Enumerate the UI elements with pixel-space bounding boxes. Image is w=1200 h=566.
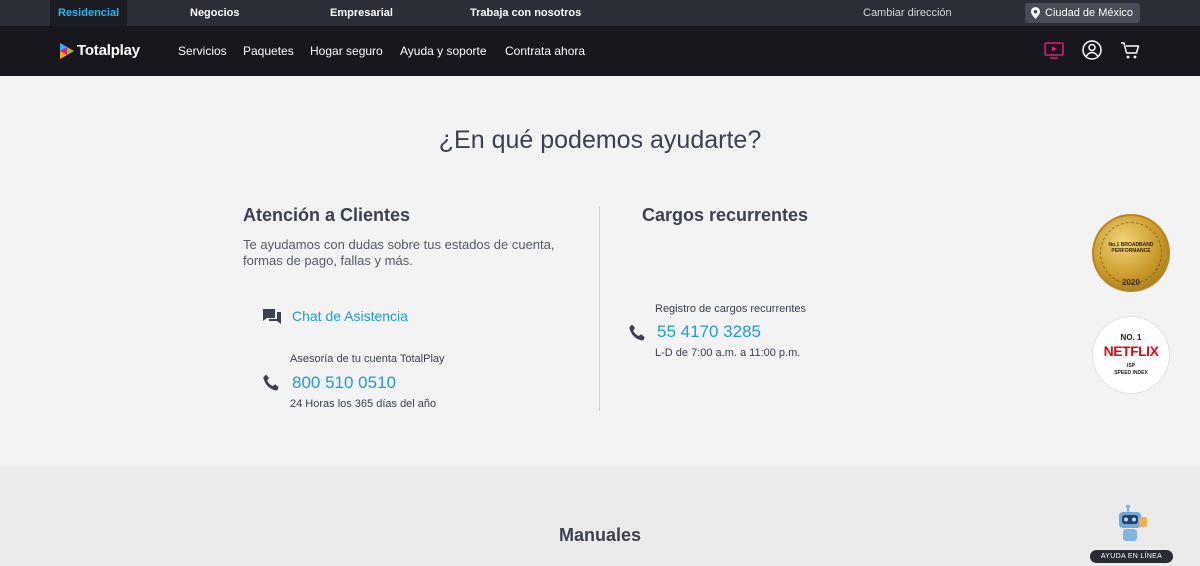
netflix-award-rank: NO. 1 [1120, 333, 1142, 342]
broadband-award-badge: No.1 BROADBAND PERFORMANCE 2020 [1092, 214, 1170, 292]
change-address-link[interactable]: Cambiar dirección [863, 0, 952, 26]
customer-service-description-1: Te ayudamos con dudas sobre tus estados … [243, 237, 555, 252]
manuals-section: Manuales AYUDA EN LÍNEA [0, 466, 1200, 566]
nav-link-servicios[interactable]: Servicios [178, 26, 227, 76]
chat-icon[interactable] [262, 307, 282, 327]
city-selector[interactable]: Ciudad de México [1025, 3, 1140, 23]
netflix-award-line2: SPEED INDEX [1114, 370, 1148, 376]
nav-link-hogar-seguro[interactable]: Hogar seguro [310, 26, 383, 76]
nav-link-ayuda-soporte[interactable]: Ayuda y soporte [400, 26, 487, 76]
chat-assistance-link[interactable]: Chat de Asistencia [292, 308, 408, 324]
tv-icon[interactable] [1043, 39, 1065, 61]
phone-icon [629, 324, 645, 341]
brand-name: Totalplay [77, 42, 140, 59]
netflix-award-badge: NO. 1 NETFLIX ISP SPEED INDEX [1093, 317, 1169, 393]
totalplay-logo-mark [60, 43, 74, 59]
user-icon[interactable] [1081, 39, 1103, 61]
netflix-award-text: ISP SPEED INDEX [1093, 363, 1169, 377]
broadband-award-line2: PERFORMANCE [1111, 248, 1151, 254]
online-help-button[interactable]: AYUDA EN LÍNEA [1090, 550, 1173, 563]
robot-assistant-icon[interactable] [1113, 504, 1149, 544]
manuals-heading: Manuales [558, 525, 642, 545]
cart-icon[interactable] [1119, 39, 1141, 61]
account-phone-caption: Asesoría de tu cuenta TotalPlay [290, 353, 445, 365]
city-label: Ciudad de México [1045, 7, 1134, 19]
segment-negocios[interactable]: Negocios [190, 0, 240, 26]
recurring-phone-caption: Registro de cargos recurrentes [655, 303, 807, 315]
netflix-award-line1: ISP [1126, 363, 1136, 369]
account-phone-number[interactable]: 800 510 0510 [292, 373, 396, 393]
segment-empresarial[interactable]: Empresarial [330, 0, 393, 26]
account-phone-hours: 24 Horas los 365 días del año [290, 398, 437, 410]
top-segment-bar: Residencial Negocios Empresarial Trabaja… [0, 0, 1200, 26]
customer-service-heading: Atención a Clientes [243, 205, 411, 225]
nav-link-paquetes[interactable]: Paquetes [243, 26, 294, 76]
broadband-award-year: 2020 [1122, 278, 1140, 287]
recurring-phone-number[interactable]: 55 4170 3285 [657, 322, 761, 342]
main-navigation: Totalplay Servicios Paquetes Hogar segur… [0, 26, 1200, 76]
location-pin-icon [1031, 7, 1040, 19]
broadband-award-text: No.1 BROADBAND PERFORMANCE [1094, 242, 1168, 254]
phone-icon [263, 374, 279, 391]
recurring-phone-hours: L-D de 7:00 a.m. a 11:00 p.m. [655, 347, 801, 359]
nav-link-contrata-ahora[interactable]: Contrata ahora [505, 26, 585, 76]
help-title: ¿En qué podemos ayudarte? [438, 126, 762, 154]
segment-residencial[interactable]: Residencial [50, 0, 128, 26]
segment-trabaja[interactable]: Trabaja con nosotros [470, 0, 581, 26]
netflix-logo: NETFLIX [1103, 343, 1159, 359]
help-section: ¿En qué podemos ayudarte? Atención a Cli… [0, 76, 1200, 466]
customer-service-description-2: formas de pago, fallas y más. [243, 253, 413, 268]
column-divider [599, 206, 600, 411]
recurring-charges-heading: Cargos recurrentes [642, 205, 809, 225]
